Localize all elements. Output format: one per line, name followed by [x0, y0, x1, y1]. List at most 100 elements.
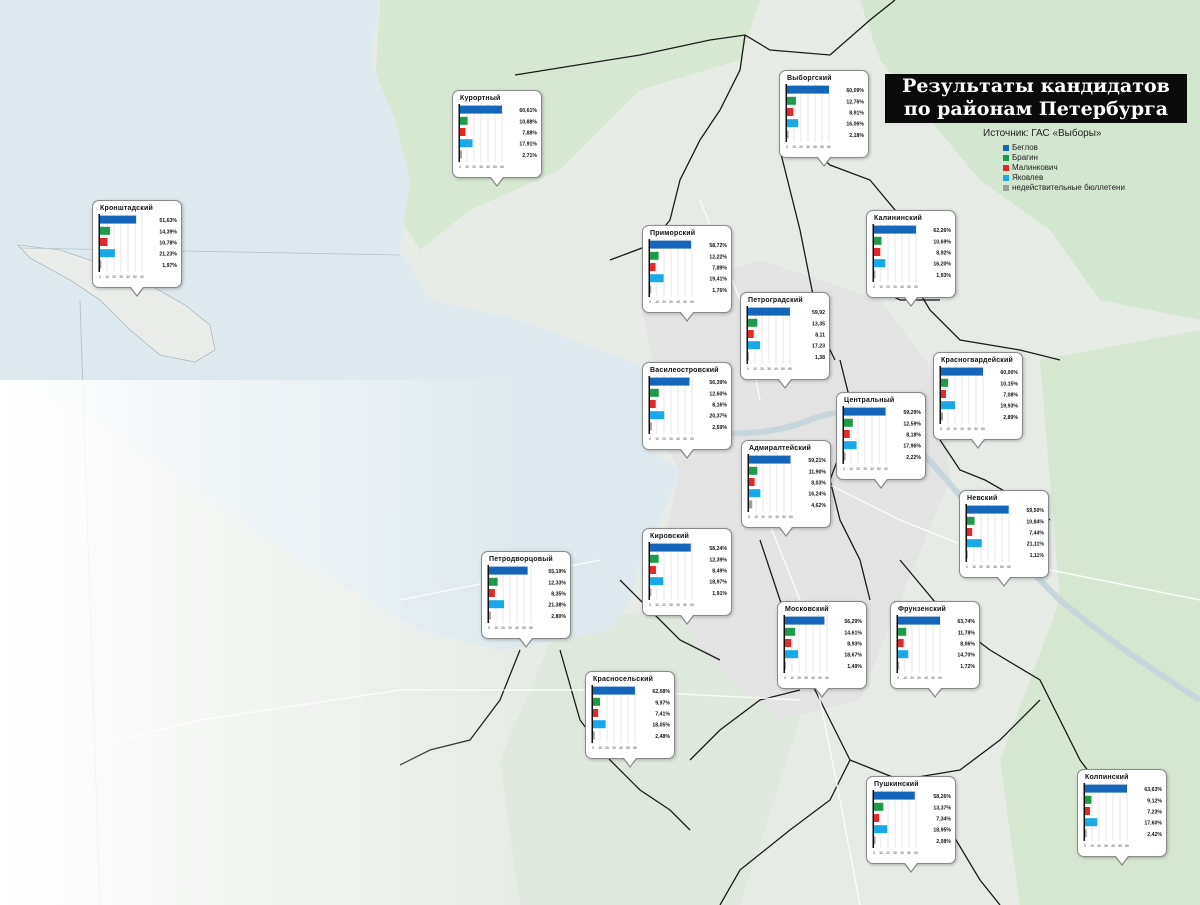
axis-tick-label: 50 — [522, 626, 526, 630]
district-card: Невский 0 10 20 30 40 50 60 59,50% 10,84% 7,44% 21,… — [959, 490, 1049, 587]
card-pointer — [1116, 856, 1128, 864]
bar-value-label: 1,93% — [936, 273, 951, 279]
bar-invalid — [874, 270, 876, 279]
bar-bragin — [898, 627, 907, 636]
bar-malinkovich — [941, 390, 946, 398]
bar-bragin — [650, 554, 659, 563]
axis-tick-label: 10 — [1090, 844, 1094, 848]
bar-invalid — [749, 500, 753, 509]
bar-malinkovich — [967, 528, 973, 536]
bar-value-label: 8,06% — [960, 642, 975, 648]
bar-value-label: 12,60% — [709, 391, 727, 397]
district-bar-chart: 0 10 20 30 40 50 60 60,00% 10,15% 7,08% 19,93% 2,89… — [939, 366, 1018, 431]
district-bar-chart: 0 10 20 30 40 50 60 62,08% 9,97% 7,41% 18,05% 2,48% — [591, 685, 670, 750]
bar-value-label: 14,70% — [957, 653, 975, 659]
axis-tick-label: 60 — [827, 145, 831, 149]
bar-value-label: 8,03% — [811, 481, 826, 487]
axis-tick-label: 60 — [884, 467, 888, 471]
district-bar-chart: 0 10 20 30 40 50 60 58,24% 12,39% 8,49% 18,97% 1,91… — [648, 542, 727, 607]
card-pointer — [681, 615, 693, 623]
axis-tick-label: 30 — [767, 367, 771, 371]
axis-tick-label: 40 — [967, 427, 971, 431]
bar-value-label: 20,37% — [709, 414, 727, 420]
bar-value-label: 21,11% — [1027, 542, 1045, 548]
bar-value-label: 59,92 — [812, 310, 825, 316]
bar-malinkovich — [100, 238, 108, 246]
bar-value-label: 8,92% — [936, 251, 951, 257]
bar-bragin — [489, 577, 498, 586]
y-axis-line — [747, 454, 749, 512]
bar-value-label: 7,08% — [1003, 393, 1018, 399]
y-axis-line — [872, 790, 874, 848]
axis-tick-label: 0 — [748, 515, 750, 519]
bar-value-label: 11,78% — [958, 630, 976, 636]
bar-yakovlev — [460, 139, 473, 148]
legend-item: Брагин — [1003, 153, 1125, 163]
axis-tick-label: 50 — [931, 676, 935, 680]
y-axis-line — [98, 214, 100, 272]
axis-tick-label: 50 — [974, 427, 978, 431]
card-pointer — [520, 638, 532, 646]
bar-value-label: 7,44% — [1029, 531, 1044, 537]
axis-tick-label: 50 — [683, 603, 687, 607]
axis-tick-label: 30 — [669, 603, 673, 607]
bar-invalid — [650, 285, 652, 294]
bar-value-label: 62,08% — [652, 689, 670, 695]
bar-yakovlev — [650, 274, 664, 283]
axis-tick-label: 30 — [669, 437, 673, 441]
bar-invalid — [844, 452, 846, 461]
axis-tick-label: 60 — [500, 165, 504, 169]
card-pointer — [816, 688, 828, 696]
bar-beglov — [748, 307, 790, 316]
bar-bragin — [650, 388, 659, 397]
axis-tick-label: 30 — [986, 565, 990, 569]
axis-tick-label: 20 — [886, 851, 890, 855]
axis-tick-label: 0 — [966, 565, 968, 569]
axis-tick-label: 20 — [501, 626, 505, 630]
axis-tick-label: 0 — [940, 427, 942, 431]
axis-tick-label: 40 — [811, 676, 815, 680]
legend-label: Малинкович — [1012, 163, 1058, 172]
bar-value-label: 12,59% — [903, 421, 921, 427]
axis-tick-label: 10 — [946, 427, 950, 431]
bar-value-label: 14,39% — [159, 229, 177, 235]
bar-beglov — [898, 616, 940, 625]
district-bar-chart: 0 10 20 30 40 50 60 58,72% 12,22% 7,89% 19,41% 1,76… — [648, 239, 727, 304]
axis-tick-label: 40 — [774, 367, 778, 371]
axis-tick-label: 0 — [784, 676, 786, 680]
axis-tick-label: 0 — [649, 437, 651, 441]
axis-tick-label: 50 — [820, 145, 824, 149]
axis-tick-label: 0 — [873, 285, 875, 289]
bar-beglov — [967, 505, 1009, 514]
district-card: Василеостровский 0 10 20 30 40 50 60 56,39% 12,60… — [642, 362, 732, 459]
bar-value-label: 8,49% — [712, 569, 727, 575]
axis-tick-label: 0 — [786, 145, 788, 149]
bar-value-label: 12,39% — [709, 557, 727, 563]
bar-value-label: 10,15% — [1000, 381, 1018, 387]
bar-value-label: 51,63% — [159, 218, 177, 224]
bar-invalid — [967, 550, 968, 559]
axis-tick-label: 60 — [938, 676, 942, 680]
bar-yakovlev — [967, 539, 982, 548]
axis-tick-label: 50 — [781, 367, 785, 371]
axis-tick-label: 40 — [1111, 844, 1115, 848]
bar-value-label: 2,42% — [1147, 832, 1162, 838]
bar-value-label: 8,35% — [551, 592, 566, 598]
legend-label: Яковлев — [1012, 173, 1044, 182]
bar-beglov — [650, 240, 692, 249]
bar-value-label: 8,11 — [815, 333, 825, 339]
axis-tick-label: 60 — [825, 676, 829, 680]
legend-swatch — [1003, 175, 1009, 181]
axis-tick-label: 20 — [662, 603, 666, 607]
axis-tick-label: 50 — [133, 275, 137, 279]
bar-malinkovich — [874, 248, 881, 256]
axis-tick-label: 10 — [879, 851, 883, 855]
bar-malinkovich — [787, 108, 794, 116]
axis-tick-label: 30 — [804, 676, 808, 680]
bar-value-label: 2,22% — [906, 455, 921, 461]
district-card: Центральный 0 10 20 30 40 50 60 59,29% 12,59% 8,18… — [836, 392, 926, 489]
axis-tick-label: 30 — [863, 467, 867, 471]
bar-beglov — [593, 686, 635, 695]
bar-value-label: 10,78% — [159, 241, 177, 247]
axis-tick-label: 60 — [914, 851, 918, 855]
